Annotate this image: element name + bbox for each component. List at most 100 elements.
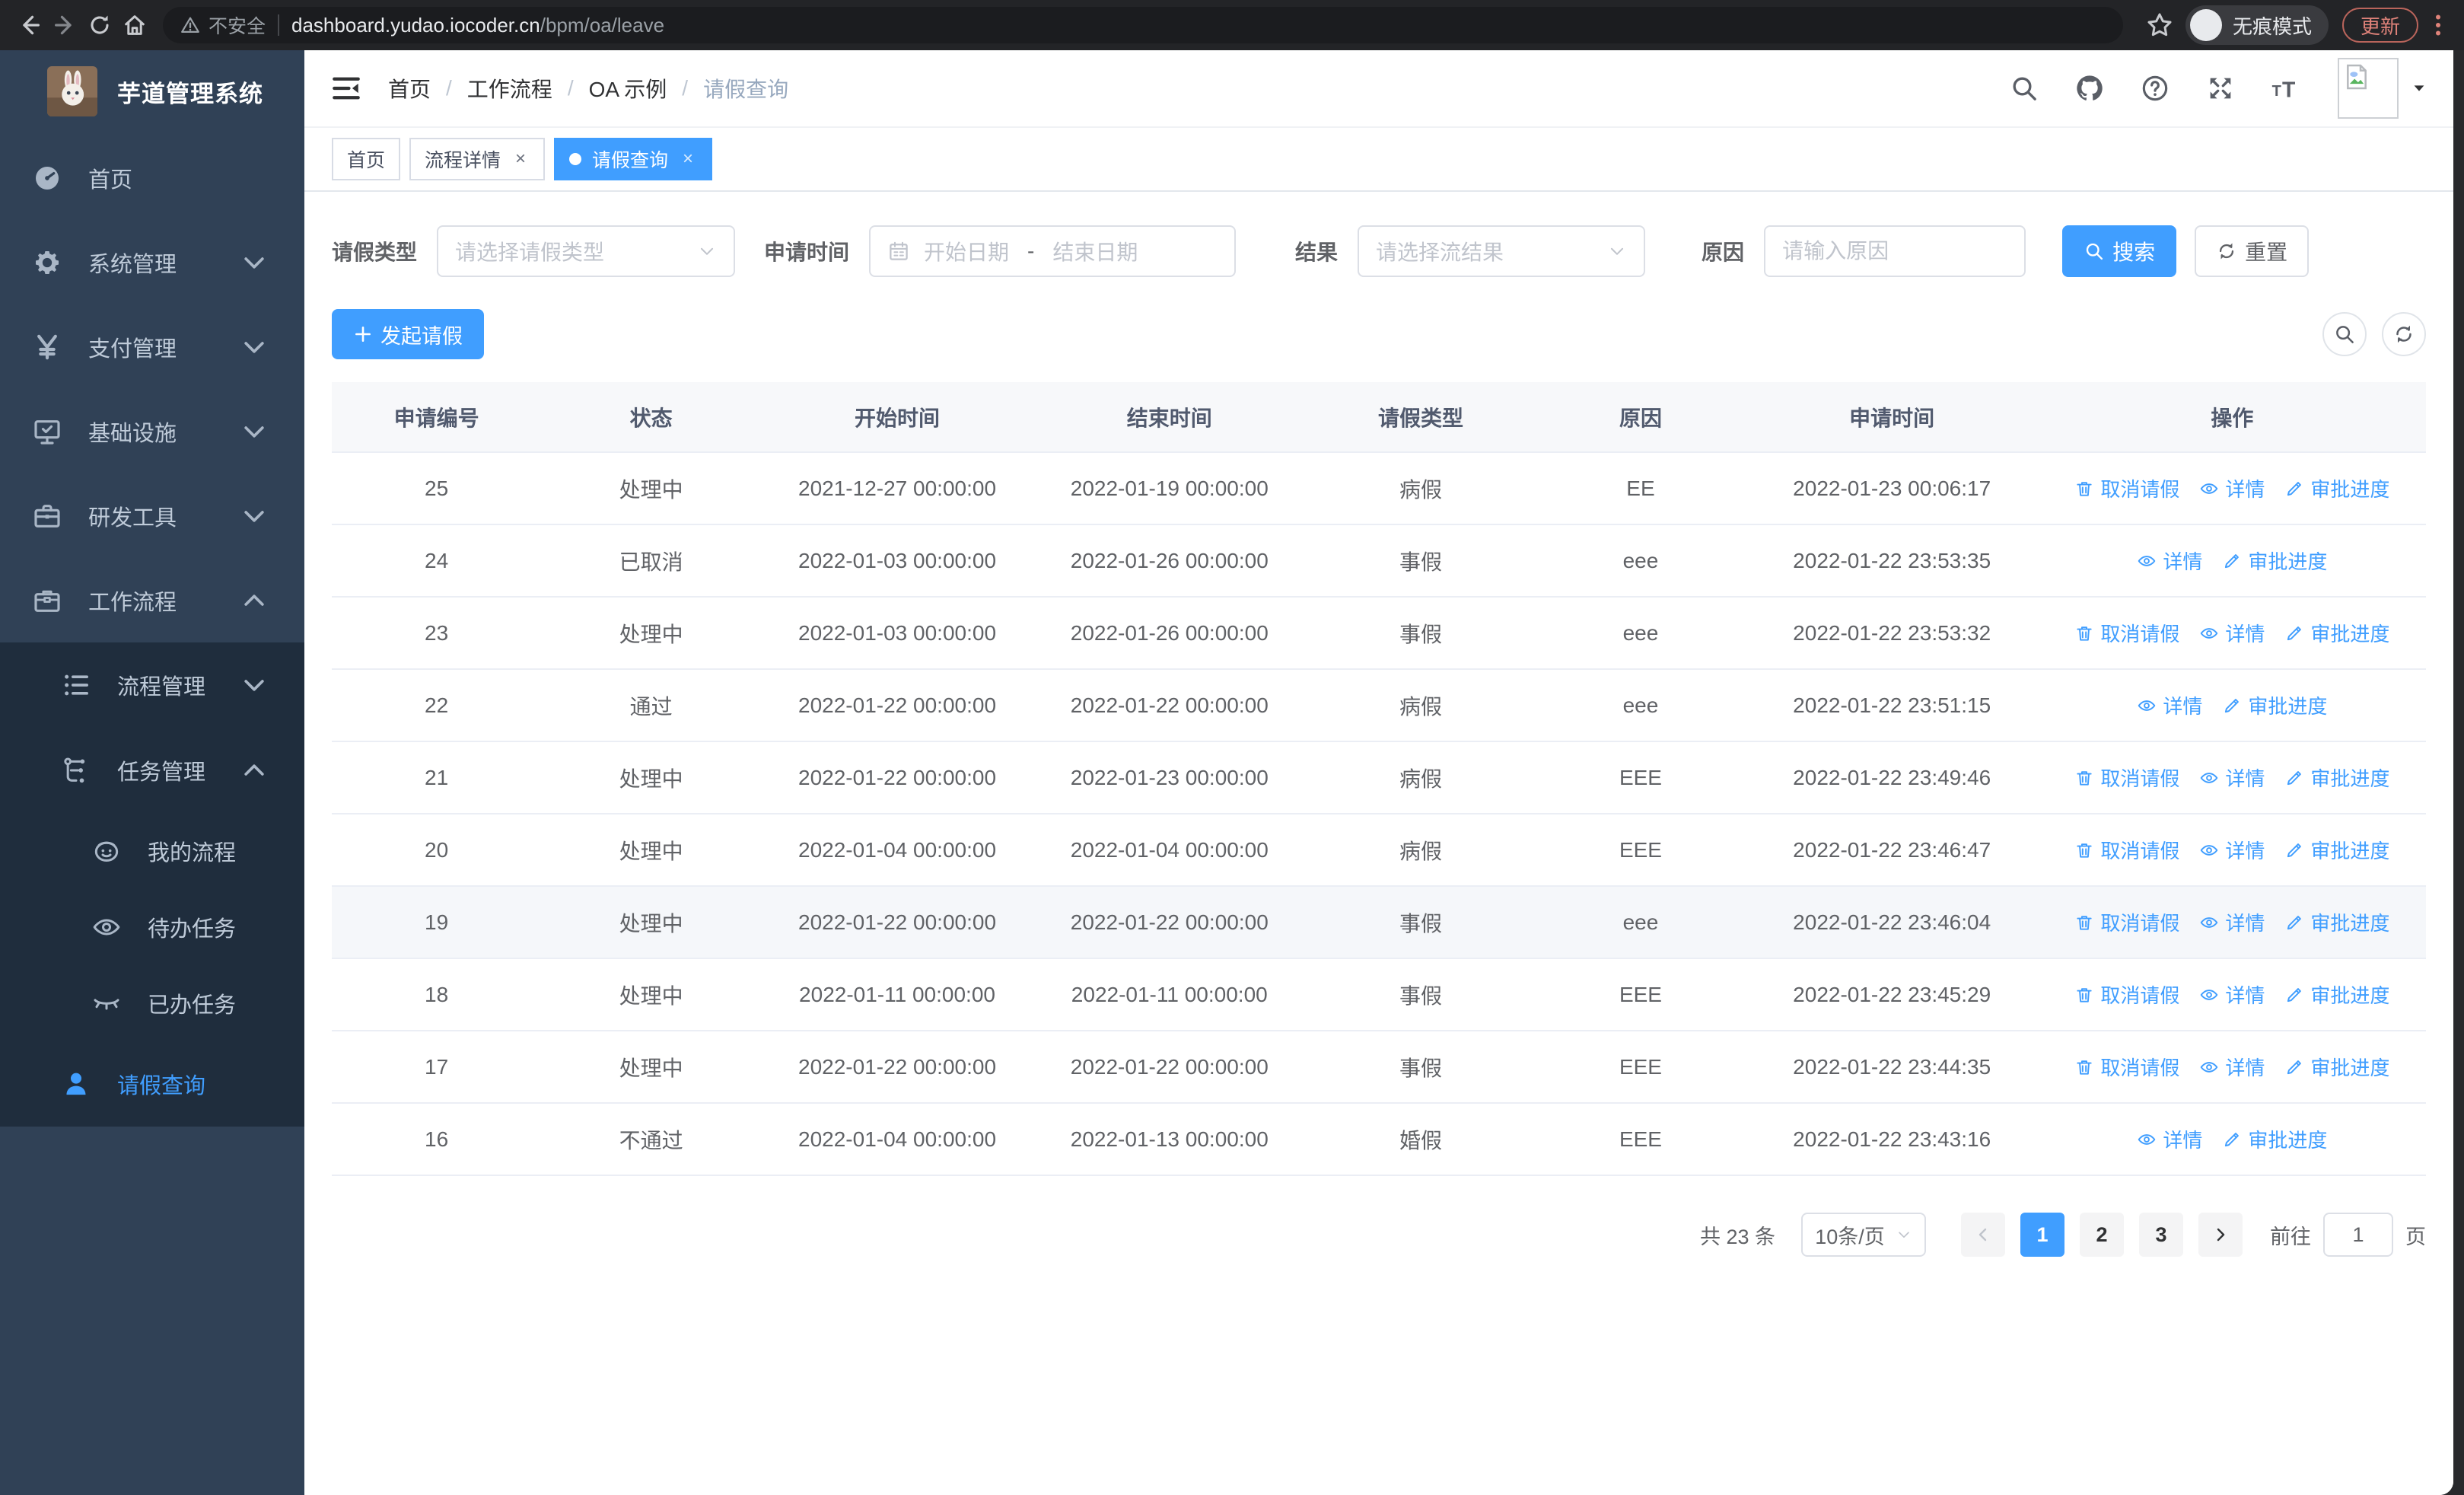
approval-progress-link[interactable]: 审批进度 (2284, 474, 2389, 502)
apply-time-label: 申请时间 (764, 241, 850, 264)
browser-reload-button[interactable] (82, 8, 117, 43)
toggle-search-button[interactable] (2322, 312, 2367, 356)
sidebar-item-task-management[interactable]: 任务管理 (0, 728, 304, 813)
address-bar[interactable]: 不安全 dashboard.yudao.iocoder.cn /bpm/oa/l… (163, 7, 2123, 43)
bookmark-star-icon[interactable] (2144, 10, 2175, 40)
sidebar-item-infrastructure[interactable]: 基础设施 (0, 389, 304, 473)
refresh-table-button[interactable] (2382, 312, 2426, 356)
reset-button[interactable]: 重置 (2195, 225, 2310, 277)
detail-link[interactable]: 详情 (2199, 908, 2265, 936)
tab-home[interactable]: 首页 (332, 138, 401, 180)
breadcrumb-item[interactable]: 首页 (388, 73, 431, 104)
page-button-3[interactable]: 3 (2139, 1213, 2183, 1257)
cell-end: 2022-01-04 00:00:00 (1033, 814, 1306, 887)
detail-link[interactable]: 详情 (2199, 474, 2265, 502)
action-label: 详情 (2225, 912, 2265, 935)
reason-input[interactable] (1764, 225, 2026, 277)
font-size-icon[interactable]: TT (2271, 73, 2301, 104)
result-select[interactable]: 请选择流结果 (1358, 225, 1646, 277)
header-search-icon[interactable] (2009, 73, 2039, 104)
cancel-leave-link[interactable]: 取消请假 (2074, 763, 2179, 792)
browser-menu-icon[interactable] (2424, 11, 2452, 39)
next-page-button[interactable] (2198, 1213, 2243, 1257)
cancel-leave-link[interactable]: 取消请假 (2074, 474, 2179, 502)
detail-link[interactable]: 详情 (2137, 547, 2202, 575)
approval-progress-link[interactable]: 审批进度 (2222, 1125, 2327, 1153)
browser-home-button[interactable] (117, 8, 152, 43)
sidebar-item-leave-query[interactable]: 请假查询 (0, 1041, 304, 1127)
sidebar-item-home[interactable]: 首页 (0, 135, 304, 220)
eye-icon (2199, 913, 2219, 932)
tab-label: 首页 (347, 150, 386, 171)
breadcrumb-item[interactable]: OA 示例 (589, 73, 667, 104)
gear-icon (32, 247, 62, 278)
approval-progress-link[interactable]: 审批进度 (2222, 547, 2327, 575)
detail-link[interactable]: 详情 (2137, 1125, 2202, 1153)
detail-link[interactable]: 详情 (2199, 1053, 2265, 1081)
page-button-1[interactable]: 1 (2020, 1213, 2064, 1257)
sidebar-collapse-icon[interactable] (330, 72, 362, 104)
fullscreen-icon[interactable] (2205, 73, 2236, 104)
browser-back-button[interactable] (12, 8, 47, 43)
cancel-leave-link[interactable]: 取消请假 (2074, 619, 2179, 647)
breadcrumb-item[interactable]: 工作流程 (467, 73, 552, 104)
cancel-leave-link[interactable]: 取消请假 (2074, 1053, 2179, 1081)
approval-progress-link[interactable]: 审批进度 (2222, 691, 2327, 719)
tab-process-detail[interactable]: 流程详情 × (409, 138, 546, 180)
approval-progress-link[interactable]: 审批进度 (2284, 1053, 2389, 1081)
apply-time-range-picker[interactable]: 开始日期 - 结束日期 (869, 225, 1237, 277)
search-button[interactable]: 搜索 (2062, 225, 2177, 277)
pen-icon (2284, 985, 2304, 1005)
sidebar-item-process-management[interactable]: 流程管理 (0, 642, 304, 728)
cell-status: 处理中 (541, 886, 762, 959)
url-path: /bpm/oa/leave (540, 13, 665, 37)
cell-end: 2022-01-13 00:00:00 (1033, 1103, 1306, 1176)
github-icon[interactable] (2074, 73, 2105, 104)
column-header: 结束时间 (1033, 382, 1306, 453)
user-icon (61, 1069, 91, 1099)
leave-type-select[interactable]: 请选择请假类型 (437, 225, 736, 277)
cell-id: 21 (332, 741, 542, 814)
tab-leave-query[interactable]: 请假查询 × (554, 138, 713, 180)
cell-start: 2022-01-03 00:00:00 (761, 524, 1033, 598)
cell-status: 不通过 (541, 1103, 762, 1176)
help-icon[interactable] (2140, 73, 2170, 104)
approval-progress-link[interactable]: 审批进度 (2284, 619, 2389, 647)
approval-progress-link[interactable]: 审批进度 (2284, 980, 2389, 1009)
sidebar-item-todo-tasks[interactable]: 待办任务 (0, 889, 304, 965)
cancel-leave-link[interactable]: 取消请假 (2074, 908, 2179, 936)
prev-page-button[interactable] (1961, 1213, 2005, 1257)
sidebar-item-my-process[interactable]: 我的流程 (0, 813, 304, 889)
sidebar-item-done-tasks[interactable]: 已办任务 (0, 965, 304, 1041)
close-tab-icon[interactable]: × (511, 148, 530, 170)
cell-applied: 2022-01-23 00:06:17 (1745, 452, 2039, 525)
page-size-select[interactable]: 10条/页 (1801, 1213, 1926, 1257)
toolbox-icon (32, 501, 62, 531)
sidebar-logo[interactable]: 芋道管理系统 (0, 50, 304, 132)
detail-link[interactable]: 详情 (2199, 619, 2265, 647)
avatar[interactable] (2338, 58, 2399, 119)
cell-status: 处理中 (541, 597, 762, 670)
approval-progress-link[interactable]: 审批进度 (2284, 836, 2389, 864)
sidebar-item-workflow[interactable]: 工作流程 (0, 558, 304, 642)
close-tab-icon[interactable]: × (679, 148, 697, 170)
approval-progress-link[interactable]: 审批进度 (2284, 763, 2389, 792)
cell-type: 病假 (1305, 814, 1536, 887)
goto-page-input[interactable] (2323, 1213, 2393, 1257)
cell-id: 22 (332, 669, 542, 742)
approval-progress-link[interactable]: 审批进度 (2284, 908, 2389, 936)
page-button-2[interactable]: 2 (2080, 1213, 2124, 1257)
sidebar-item-payment-management[interactable]: 支付管理 (0, 304, 304, 389)
user-menu-caret-icon[interactable] (2411, 80, 2427, 97)
create-leave-button[interactable]: 发起请假 (332, 309, 484, 359)
browser-update-button[interactable]: 更新 (2341, 8, 2418, 43)
browser-forward-button[interactable] (47, 8, 82, 43)
cancel-leave-link[interactable]: 取消请假 (2074, 980, 2179, 1009)
detail-link[interactable]: 详情 (2137, 691, 2202, 719)
detail-link[interactable]: 详情 (2199, 836, 2265, 864)
detail-link[interactable]: 详情 (2199, 980, 2265, 1009)
sidebar-item-dev-tools[interactable]: 研发工具 (0, 473, 304, 558)
detail-link[interactable]: 详情 (2199, 763, 2265, 792)
sidebar-item-system-management[interactable]: 系统管理 (0, 220, 304, 304)
cancel-leave-link[interactable]: 取消请假 (2074, 836, 2179, 864)
